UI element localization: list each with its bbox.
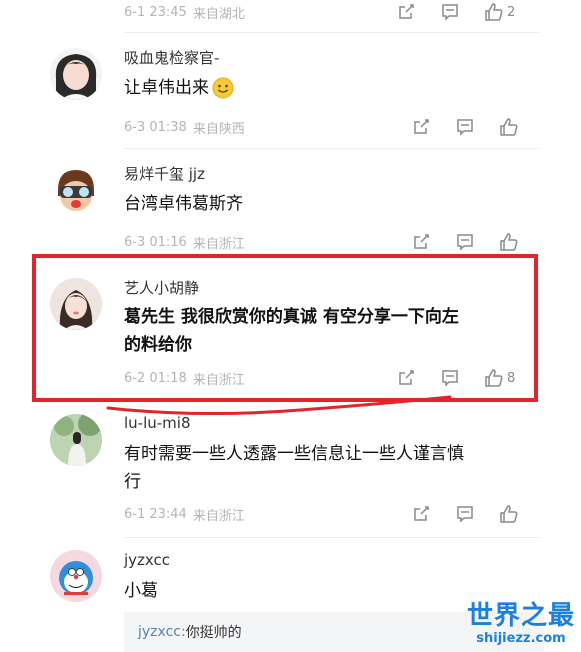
comment-icon [457, 506, 473, 523]
username[interactable]: jyzxcc [124, 551, 170, 569]
watermark-url: shijiezz.com [476, 631, 566, 646]
avatar[interactable] [50, 550, 102, 602]
avatar[interactable] [50, 414, 102, 466]
thumbs-up-icon [500, 505, 518, 523]
watermark-title: 世界之最 [466, 601, 575, 631]
comment-time: 6-1 23:44 [124, 506, 187, 522]
share-button[interactable] [411, 504, 431, 524]
reply-username[interactable]: jyzxcc: [138, 624, 186, 640]
divider [124, 537, 539, 538]
like-button[interactable] [499, 504, 519, 524]
comment-location: 来自浙江 [192, 508, 245, 524]
comment-text-line1: 有时需要一些人透露一些信息让一些人谨言慎 [124, 444, 464, 464]
comment-actions [411, 502, 519, 526]
comment-meta: 6-1 23:44 来自浙江 [124, 502, 245, 526]
comment-button[interactable] [455, 504, 475, 524]
username[interactable]: lu-lu-mi8 [124, 414, 191, 432]
share-icon [414, 506, 429, 521]
comment-text: 小葛 [124, 581, 158, 601]
comment-text-line2: 行 [124, 472, 141, 492]
reply-text: 你挺帅的 [185, 625, 242, 641]
watermark-logo: 世界之最 shijiezz.com [467, 601, 575, 646]
